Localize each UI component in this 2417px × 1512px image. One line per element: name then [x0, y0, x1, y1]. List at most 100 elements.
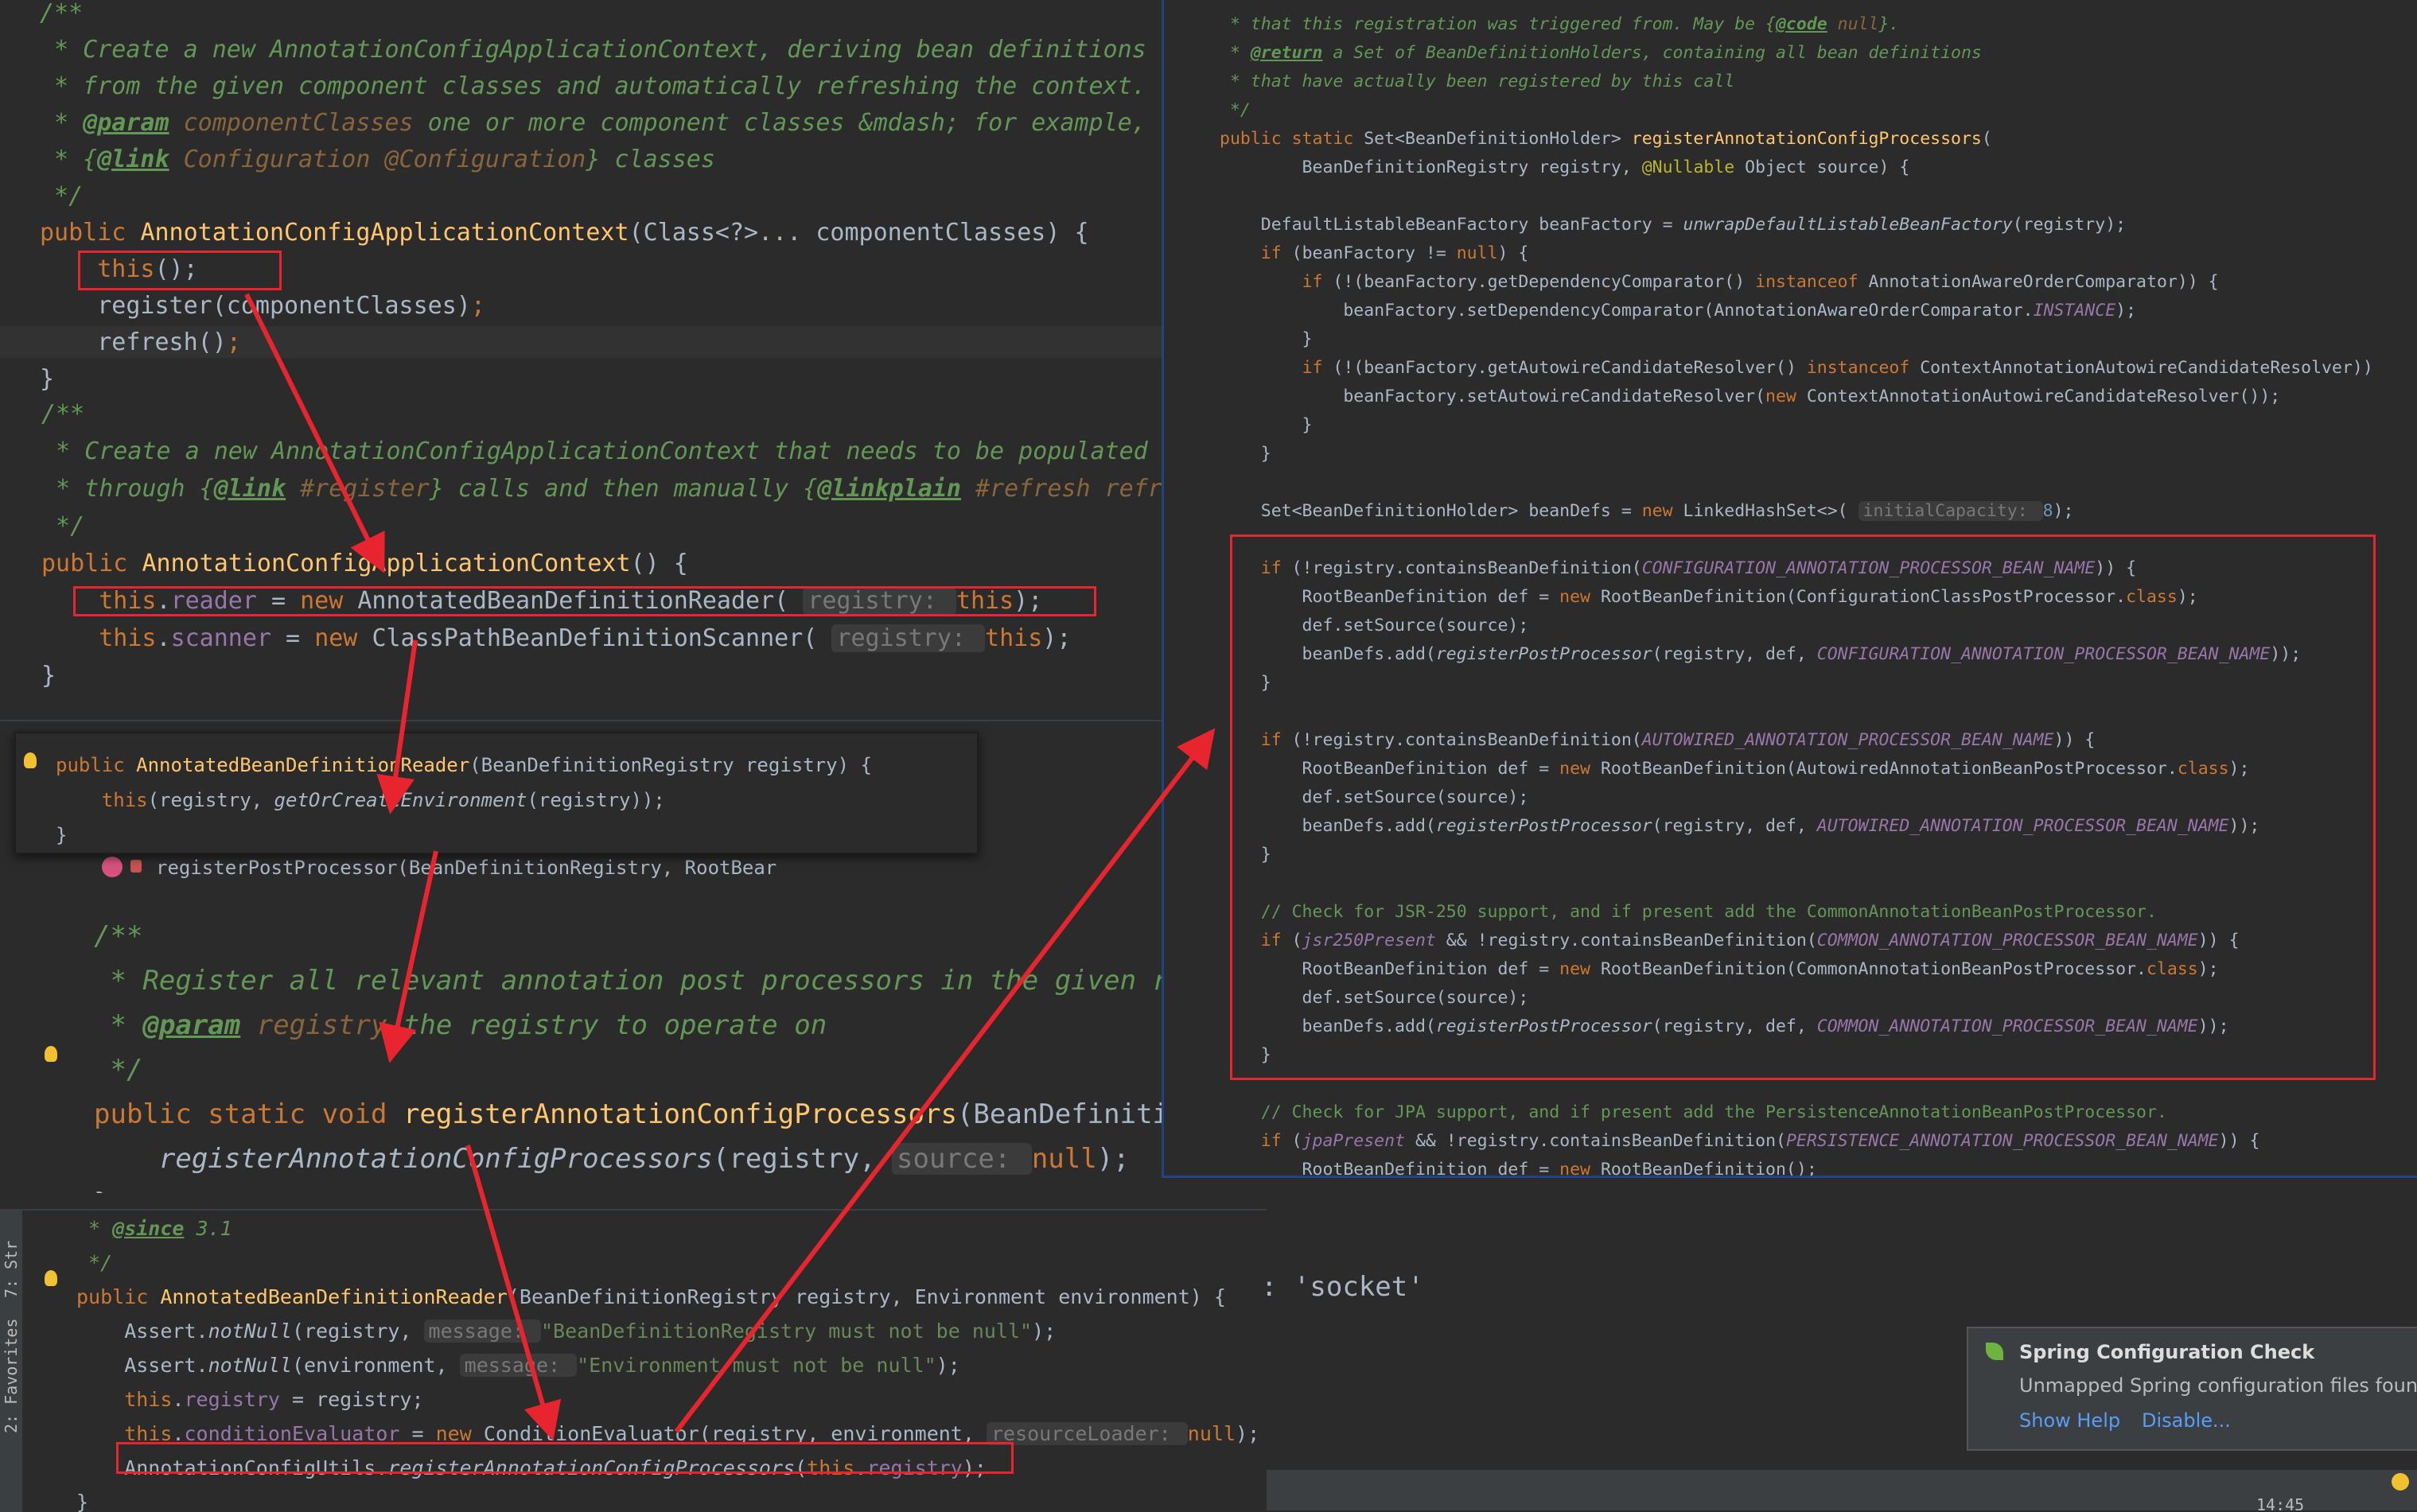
- code-token: }: [41, 662, 56, 690]
- code-token: if: [1302, 358, 1333, 378]
- code-line[interactable]: if (jpaPresent && !registry.containsBean…: [1220, 1131, 2260, 1151]
- tool-tab-structure[interactable]: 7: Str: [2, 1241, 21, 1298]
- code-token: registerAnnotationConfigProcessors: [158, 1143, 713, 1175]
- code-token: */: [40, 182, 84, 210]
- code-token: @code: [1775, 14, 1827, 34]
- code-token: * Create a new AnnotationConfigApplicati…: [41, 437, 1148, 465]
- code-token: *: [1220, 43, 1251, 63]
- clock: 14:45: [2256, 1495, 2305, 1510]
- code-token: a Set of BeanDefinitionHolders, containi…: [1322, 43, 1982, 63]
- code-line[interactable]: Assert.notNull(registry, message: "BeanD…: [76, 1320, 1056, 1343]
- notification-icon[interactable]: [2392, 1473, 2409, 1491]
- code-line[interactable]: Set<BeanDefinitionHolder> beanDefs = new…: [1220, 501, 2074, 521]
- code-line[interactable]: Assert.notNull(environment, message: "En…: [76, 1354, 960, 1377]
- code-line[interactable]: * that this registration was triggered f…: [1220, 16, 1899, 33]
- notification-balloon: Spring Configuration Check Unmapped Spri…: [1967, 1327, 2417, 1451]
- structure-item-label[interactable]: registerPostProcessor(BeanDefinitionRegi…: [156, 858, 776, 877]
- code-token: null: [1187, 1422, 1236, 1445]
- code-token: */: [41, 512, 85, 540]
- code-line[interactable]: }: [40, 367, 54, 391]
- code-token: null: [1456, 243, 1498, 263]
- code-token: @param: [142, 1009, 241, 1041]
- code-token: (: [1291, 1131, 1302, 1151]
- code-token: BeanDefinitionRegistry registry,: [1220, 157, 1642, 177]
- lightbulb-icon[interactable]: [45, 1270, 57, 1286]
- code-line[interactable]: * {@link Configuration @Configuration} c…: [40, 148, 715, 172]
- code-token: () {: [630, 550, 688, 577]
- code-token: this: [99, 624, 157, 652]
- code-token: registry: [184, 1388, 280, 1411]
- code-token: ContextAnnotationAutowireCandidateResolv…: [1920, 358, 2373, 378]
- code-line[interactable]: BeanDefinitionRegistry registry, @Nullab…: [1220, 157, 1910, 177]
- code-line[interactable]: * @param registry the registry to operat…: [94, 1012, 827, 1039]
- code-line[interactable]: this.scanner = new ClassPathBeanDefiniti…: [41, 624, 1071, 652]
- code-line[interactable]: DefaultListableBeanFactory beanFactory =…: [1220, 216, 2126, 234]
- code-line[interactable]: }: [1220, 445, 1271, 463]
- tool-tab-favorites[interactable]: 2: Favorites: [2, 1319, 21, 1434]
- highlight-reader-assign: [73, 586, 1096, 616]
- code-token: message:: [423, 1320, 541, 1343]
- code-line[interactable]: public AnnotationConfigApplicationContex…: [41, 552, 688, 576]
- code-line[interactable]: this.registry = registry;: [76, 1388, 423, 1411]
- notification-title: Spring Configuration Check: [2019, 1341, 2315, 1363]
- code-line[interactable]: * Create a new AnnotationConfigApplicati…: [41, 440, 1148, 464]
- code-line[interactable]: /**: [94, 923, 142, 950]
- code-line[interactable]: if (!(beanFactory.getDependencyComparato…: [1220, 274, 2219, 291]
- code-line[interactable]: /**: [41, 402, 84, 426]
- code-line[interactable]: */: [40, 185, 83, 208]
- code-token: Set<BeanDefinitionHolder> beanDefs =: [1220, 501, 1642, 521]
- code-line[interactable]: * @return a Set of BeanDefinitionHolders…: [1220, 45, 1982, 62]
- code-line[interactable]: refresh();: [40, 331, 241, 355]
- code-line[interactable]: public AnnotatedBeanDefinitionReader(Bea…: [56, 756, 872, 775]
- code-token: // Check for JPA support, and if present…: [1220, 1102, 2167, 1122]
- code-line[interactable]: public static Set<BeanDefinitionHolder> …: [1220, 130, 1992, 148]
- code-line[interactable]: }: [1220, 331, 1313, 348]
- code-line[interactable]: */: [41, 515, 84, 538]
- code-token: ContextAnnotationAutowireCandidateResolv…: [1806, 387, 2281, 406]
- code-line[interactable]: /**: [40, 2, 83, 25]
- code-line[interactable]: * @since 3.1: [76, 1219, 232, 1238]
- code-token: * from the given component classes and a…: [40, 72, 1146, 100]
- code-token: (registry,: [291, 1320, 424, 1343]
- code-token: (registry,: [712, 1143, 893, 1175]
- code-line[interactable]: register(componentClasses);: [40, 294, 485, 318]
- show-help-link[interactable]: Show Help: [2019, 1411, 2120, 1430]
- code-line[interactable]: }: [56, 826, 67, 845]
- code-line[interactable]: public AnnotationConfigApplicationContex…: [40, 221, 1089, 245]
- code-line[interactable]: */: [94, 1056, 142, 1083]
- code-line[interactable]: this(registry, getOrCreateEnvironment(re…: [56, 791, 665, 810]
- code-token: public: [41, 550, 142, 577]
- code-line[interactable]: if (!(beanFactory.getAutowireCandidateRe…: [1220, 360, 2373, 377]
- lightbulb-icon[interactable]: [45, 1046, 57, 1062]
- code-line[interactable]: public AnnotatedBeanDefinitionReader(Bea…: [76, 1287, 1226, 1307]
- code-line[interactable]: beanFactory.setDependencyComparator(Anno…: [1220, 302, 2136, 320]
- code-token: );: [2115, 301, 2137, 321]
- code-line[interactable]: * Register all relevant annotation post …: [94, 967, 1162, 994]
- code-line[interactable]: * @param componentClasses one or more co…: [40, 111, 1146, 135]
- code-line[interactable]: }: [94, 1190, 110, 1193]
- code-line[interactable]: }: [1220, 417, 1313, 434]
- code-line[interactable]: registerAnnotationConfigProcessors(regis…: [94, 1143, 1130, 1175]
- code-token: );: [2053, 501, 2074, 521]
- code-line[interactable]: beanFactory.setAutowireCandidateResolver…: [1220, 388, 2280, 406]
- code-line[interactable]: * through {@link #register} calls and th…: [41, 477, 1162, 501]
- code-token: }: [56, 824, 68, 846]
- code-line[interactable]: */: [76, 1253, 112, 1273]
- code-line[interactable]: */: [1220, 102, 1251, 119]
- code-line[interactable]: * Create a new AnnotationConfigApplicati…: [40, 38, 1146, 62]
- code-token: componentClasses: [169, 109, 414, 137]
- lightbulb-icon[interactable]: [24, 752, 37, 768]
- code-line[interactable]: * from the given component classes and a…: [40, 75, 1146, 99]
- disable-link[interactable]: Disable...: [2142, 1411, 2231, 1430]
- code-line[interactable]: RootBeanDefinition def = new RootBeanDef…: [1220, 1161, 1817, 1176]
- code-token: beanFactory.setDependencyComparator(Anno…: [1220, 301, 2034, 321]
- code-line[interactable]: public static void registerAnnotationCon…: [94, 1101, 1162, 1128]
- code-line[interactable]: this.conditionEvaluator = new ConditionE…: [76, 1422, 1259, 1445]
- code-line[interactable]: * that have actually been registered by …: [1220, 73, 1734, 91]
- code-line[interactable]: }: [76, 1492, 88, 1512]
- code-line[interactable]: if (beanFactory != null) {: [1220, 243, 1529, 263]
- code-token: *: [94, 1009, 143, 1041]
- code-line[interactable]: }: [41, 664, 56, 688]
- code-line[interactable]: // Check for JPA support, and if present…: [1220, 1104, 2167, 1121]
